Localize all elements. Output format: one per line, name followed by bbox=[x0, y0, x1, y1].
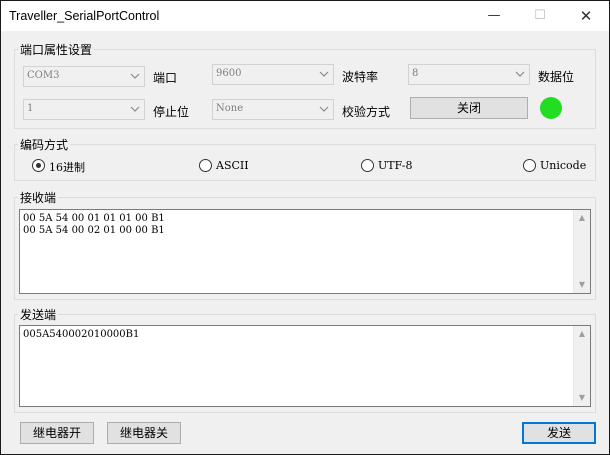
databits-value: 8 bbox=[412, 68, 419, 79]
stopbits-value: 1 bbox=[27, 103, 34, 114]
send-label: 发送端 bbox=[18, 306, 59, 323]
port-label: 端口 bbox=[153, 71, 178, 85]
encoding-option-ascii[interactable]: ASCII bbox=[216, 159, 249, 172]
parity-combo[interactable]: None bbox=[212, 99, 334, 120]
connection-status-indicator bbox=[540, 97, 562, 119]
send-scrollbar[interactable]: ▲ ▼ bbox=[573, 326, 590, 406]
encoding-radio-ascii[interactable] bbox=[199, 159, 212, 172]
encoding-label: 编码方式 bbox=[18, 136, 71, 153]
maximize-button[interactable]: ☐ bbox=[517, 1, 563, 31]
port-toggle-button[interactable]: 关闭 bbox=[410, 97, 528, 119]
stopbits-combo[interactable]: 1 bbox=[23, 99, 145, 120]
receive-scrollbar[interactable]: ▲ ▼ bbox=[573, 210, 590, 293]
chevron-down-icon bbox=[130, 73, 140, 79]
relay-off-button[interactable]: 继电器关 bbox=[107, 422, 181, 444]
chevron-down-icon bbox=[130, 106, 140, 112]
scroll-down-icon[interactable]: ▼ bbox=[574, 390, 590, 406]
parity-value: None bbox=[216, 103, 244, 114]
relay-on-button[interactable]: 继电器开 bbox=[20, 422, 94, 444]
close-button[interactable]: ✕ bbox=[563, 1, 609, 31]
baud-label: 波特率 bbox=[342, 70, 379, 84]
encoding-radio-hex[interactable] bbox=[32, 159, 45, 172]
baud-combo[interactable]: 9600 bbox=[212, 64, 334, 85]
send-textbox[interactable]: 005A540002010000B1 ▲ ▼ bbox=[19, 325, 591, 407]
send-text: 005A540002010000B1 bbox=[23, 329, 140, 340]
app-window: Traveller_SerialPortControl — ☐ ✕ 端口属性设置… bbox=[0, 0, 610, 455]
port-value: COM3 bbox=[27, 70, 60, 81]
receive-line: 00 5A 54 00 02 01 00 00 B1 bbox=[23, 225, 165, 236]
window-title: Traveller_SerialPortControl bbox=[9, 9, 160, 23]
databits-label: 数据位 bbox=[538, 70, 575, 84]
baud-value: 9600 bbox=[216, 68, 242, 79]
parity-label: 校验方式 bbox=[342, 105, 391, 119]
scroll-up-icon[interactable]: ▲ bbox=[574, 326, 590, 342]
send-button[interactable]: 发送 bbox=[522, 422, 596, 444]
receive-line: 00 5A 54 00 01 01 01 00 B1 bbox=[23, 213, 165, 224]
chevron-down-icon bbox=[319, 71, 329, 77]
minimize-button[interactable]: — bbox=[471, 1, 517, 31]
databits-combo[interactable]: 8 bbox=[408, 64, 530, 85]
encoding-option-utf8[interactable]: UTF-8 bbox=[378, 159, 412, 172]
scroll-down-icon[interactable]: ▼ bbox=[574, 277, 590, 293]
encoding-radio-utf8[interactable] bbox=[361, 159, 374, 172]
encoding-group bbox=[14, 144, 596, 181]
encoding-radio-unicode[interactable] bbox=[523, 159, 536, 172]
title-bar[interactable]: Traveller_SerialPortControl — ☐ ✕ bbox=[1, 1, 609, 31]
port-settings-label: 端口属性设置 bbox=[18, 41, 95, 58]
chevron-down-icon bbox=[515, 71, 525, 77]
port-combo[interactable]: COM3 bbox=[23, 66, 145, 87]
encoding-option-unicode[interactable]: Unicode bbox=[540, 159, 586, 172]
receive-textbox[interactable]: 00 5A 54 00 01 01 01 00 B1 00 5A 54 00 0… bbox=[19, 209, 591, 294]
stopbits-label: 停止位 bbox=[153, 105, 190, 119]
encoding-option-hex[interactable]: 16进制 bbox=[49, 159, 85, 175]
chevron-down-icon bbox=[319, 106, 329, 112]
receive-label: 接收端 bbox=[18, 189, 59, 206]
scroll-up-icon[interactable]: ▲ bbox=[574, 210, 590, 226]
